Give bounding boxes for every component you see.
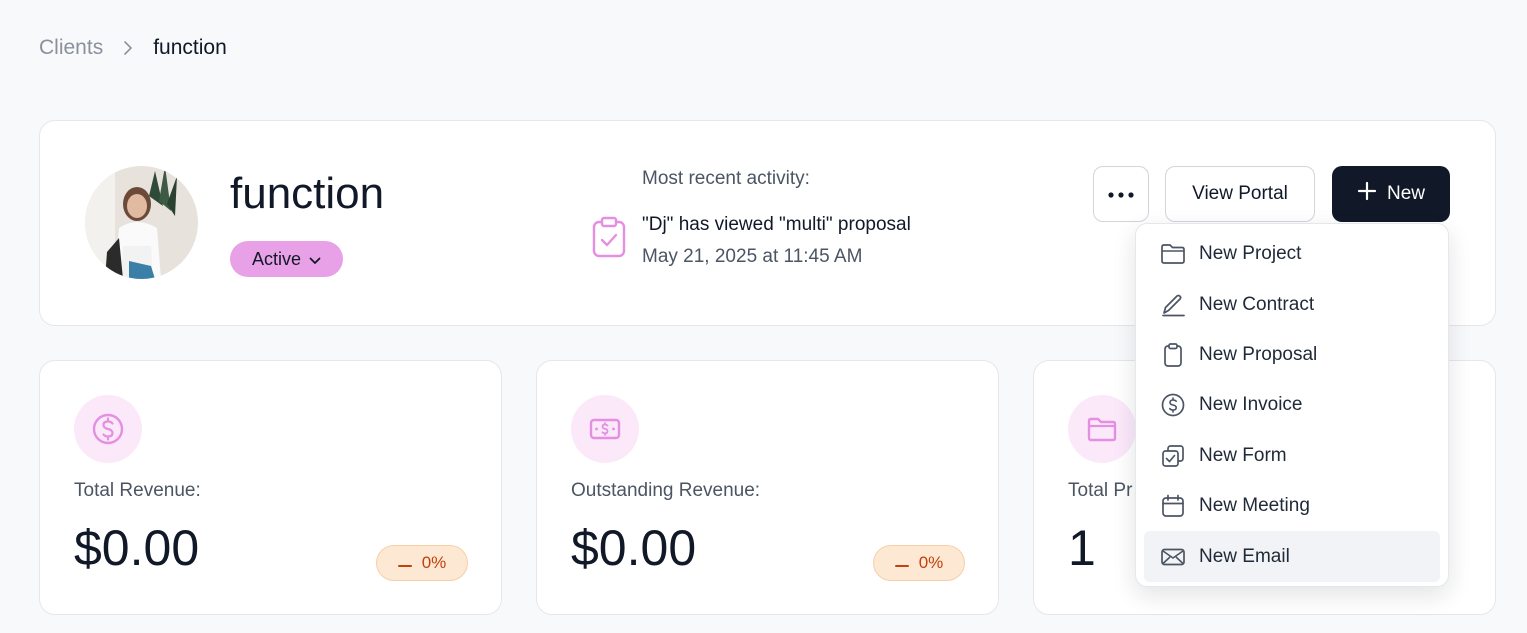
client-detail-page: Clients function function Active Most re…	[0, 0, 1527, 633]
client-name: function	[230, 169, 385, 218]
stat-value: $0.00	[74, 520, 200, 576]
pen-icon	[1162, 294, 1185, 316]
breadcrumb-clients-link[interactable]: Clients	[39, 36, 103, 60]
menu-item-label: New Contract	[1199, 293, 1315, 315]
stat-card-outstanding-revenue: Outstanding Revenue: $0.00 0%	[536, 360, 999, 615]
activity-time: May 21, 2025 at 11:45 AM	[642, 246, 863, 267]
trend-value: 0%	[421, 553, 447, 572]
avatar	[85, 166, 198, 279]
ellipsis-icon	[1108, 185, 1134, 203]
stat-label: Total Pr	[1068, 480, 1133, 501]
menu-item-new-invoice[interactable]: New Invoice	[1144, 380, 1440, 430]
stat-value: 1	[1068, 520, 1096, 576]
menu-item-new-proposal[interactable]: New Proposal	[1144, 330, 1440, 380]
stat-label: Total Revenue:	[74, 480, 201, 501]
plus-icon	[1357, 181, 1377, 207]
new-button[interactable]: New	[1332, 166, 1450, 222]
trend-value: 0%	[918, 553, 944, 572]
menu-item-label: New Email	[1199, 545, 1290, 567]
banknote-icon	[571, 395, 639, 463]
minus-icon	[397, 553, 412, 573]
menu-item-new-project[interactable]: New Project	[1144, 229, 1440, 279]
calendar-icon	[1162, 494, 1184, 517]
menu-item-label: New Meeting	[1199, 495, 1310, 517]
chevron-down-icon	[309, 249, 321, 270]
stat-card-total-revenue: Total Revenue: $0.00 0%	[39, 360, 502, 615]
folder-icon	[1161, 244, 1185, 265]
breadcrumb: Clients function	[39, 36, 227, 60]
trend-badge: 0%	[873, 545, 965, 581]
menu-item-new-form[interactable]: New Form	[1144, 431, 1440, 481]
activity-label: Most recent activity:	[642, 168, 810, 189]
new-dropdown-menu: New Project New Contract New Proposal Ne…	[1135, 223, 1449, 587]
status-label: Active	[251, 248, 302, 269]
dollar-circle-icon	[74, 395, 142, 463]
view-portal-button[interactable]: View Portal	[1165, 166, 1315, 222]
chevron-right-icon	[103, 41, 153, 55]
folder-icon	[1068, 395, 1136, 463]
activity-text: "Dj" has viewed "multi" proposal	[642, 214, 911, 235]
menu-item-new-email[interactable]: New Email	[1144, 531, 1440, 582]
mail-icon	[1161, 548, 1185, 565]
more-options-button[interactable]	[1093, 166, 1149, 222]
clipboard-icon	[1164, 343, 1182, 367]
menu-item-label: New Project	[1199, 243, 1302, 265]
menu-item-label: New Form	[1199, 444, 1287, 466]
new-button-label: New	[1386, 183, 1425, 204]
menu-item-new-contract[interactable]: New Contract	[1144, 279, 1440, 329]
menu-item-label: New Invoice	[1199, 394, 1303, 416]
status-dropdown[interactable]: Active	[230, 241, 343, 277]
dollar-circle-icon	[1161, 394, 1185, 417]
trend-badge: 0%	[376, 545, 468, 581]
stat-label: Outstanding Revenue:	[571, 480, 761, 501]
minus-icon	[894, 553, 909, 573]
breadcrumb-current: function	[153, 36, 227, 59]
clipboard-check-icon	[590, 216, 628, 258]
menu-item-new-meeting[interactable]: New Meeting	[1144, 481, 1440, 531]
form-check-icon	[1162, 444, 1184, 467]
menu-item-label: New Proposal	[1199, 343, 1318, 365]
stat-value: $0.00	[571, 520, 697, 576]
